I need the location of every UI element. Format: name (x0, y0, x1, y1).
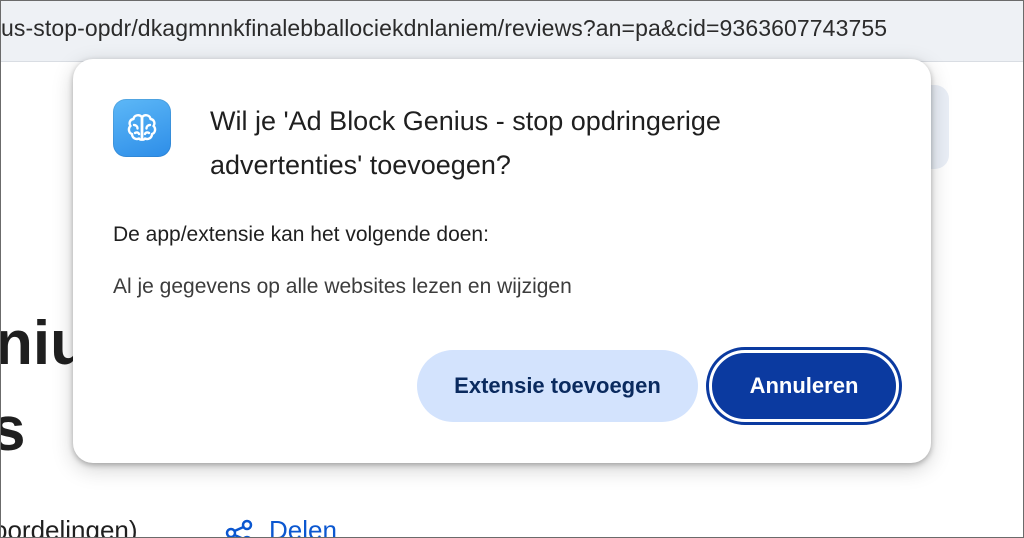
page-title-line-2: s (1, 399, 25, 461)
address-bar[interactable]: us-stop-opdr/dkagmnnkfinalebballociekdnl… (1, 1, 1023, 62)
permissions-heading: De app/extensie kan het volgende doen: (113, 223, 489, 246)
share-link[interactable]: Delen (269, 515, 337, 537)
url-text[interactable]: us-stop-opdr/dkagmnnkfinalebballociekdnl… (1, 15, 887, 42)
browser-window: us-stop-opdr/dkagmnnkfinalebballociekdnl… (0, 0, 1024, 538)
brain-icon (113, 99, 171, 157)
cancel-button[interactable]: Annuleren (706, 347, 902, 425)
add-extension-button[interactable]: Extensie toevoegen (417, 350, 698, 422)
install-extension-dialog: Wil je 'Ad Block Genius - stop opdringer… (73, 59, 931, 463)
dialog-title: Wil je 'Ad Block Genius - stop opdringer… (210, 106, 721, 180)
permission-item: Al je gegevens op alle websites lezen en… (113, 275, 572, 298)
ratings-count: oordelingen) (0, 515, 138, 538)
share-icon[interactable] (225, 519, 253, 537)
